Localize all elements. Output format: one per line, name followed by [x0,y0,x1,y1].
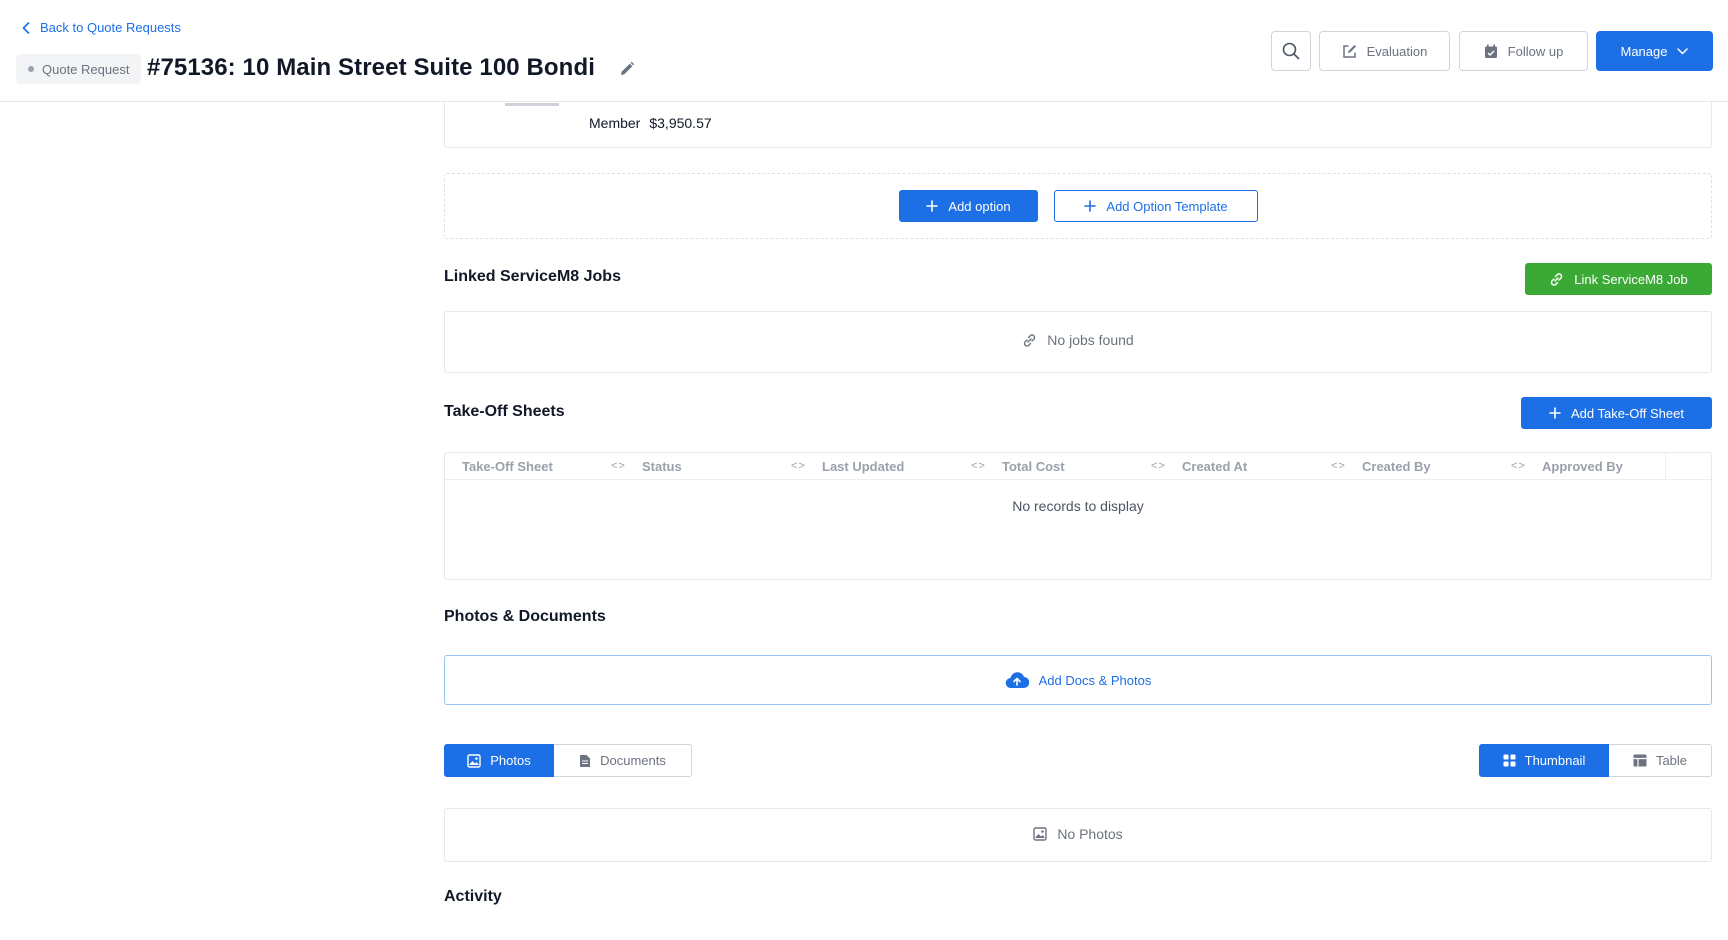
column-header-created-at: Created At [1182,459,1248,474]
view-table-label: Table [1655,753,1688,768]
manage-label: Manage [1620,43,1668,59]
photos-documents-title: Photos & Documents [444,608,606,625]
add-docs-photos-dropzone[interactable]: Add Docs & Photos [444,655,1712,705]
no-photos-text: No Photos [1057,826,1123,842]
add-docs-photos-label: Add Docs & Photos [1038,672,1152,688]
sort-icon[interactable]: <> [1331,460,1346,472]
add-option-template-button[interactable]: Add Option Template [1054,190,1258,222]
link-servicem8-job-label: Link ServiceM8 Job [1574,271,1688,287]
upload-cloud-icon [1005,671,1029,689]
sort-icon[interactable]: <> [791,460,806,472]
tab-documents-label: Documents [600,753,666,768]
document-icon [579,754,591,768]
sort-icon[interactable]: <> [1151,460,1166,472]
status-badge-label: Quote Request [42,61,130,77]
add-option-template-label: Add Option Template [1106,198,1228,214]
table-header-row: Take-Off Sheet <> Status <> Last Updated… [445,453,1711,480]
no-jobs-message: No jobs found [445,332,1711,348]
column-header-created-by: Created By [1362,459,1431,474]
follow-up-label: Follow up [1507,43,1564,59]
evaluation-button[interactable]: Evaluation [1319,31,1450,71]
add-takeoff-sheet-label: Add Take-Off Sheet [1571,405,1684,421]
sort-icon[interactable]: <> [971,460,986,472]
table-actions-column [1665,453,1711,480]
option-image-placeholder [505,103,559,106]
edit-square-icon [1342,44,1357,59]
takeoff-sheets-title: Take-Off Sheets [444,403,565,420]
view-thumbnail-button[interactable]: Thumbnail [1479,744,1609,777]
page-header: Back to Quote Requests Quote Request #75… [0,0,1728,102]
status-badge: Quote Request [16,54,142,84]
linked-jobs-panel: No jobs found [444,311,1712,373]
view-mode-toggle: Thumbnail Table [1479,744,1712,777]
column-header-takeoff-sheet: Take-Off Sheet [462,459,553,474]
link-icon [1549,272,1564,287]
add-options-panel: Add option Add Option Template [444,173,1712,239]
plus-icon [1549,407,1561,419]
sort-icon[interactable]: <> [611,460,626,472]
link-servicem8-job-button[interactable]: Link ServiceM8 Job [1525,263,1712,295]
add-option-label: Add option [948,198,1011,214]
follow-up-button[interactable]: Follow up [1459,31,1588,71]
media-type-tabs: Photos Documents [444,744,692,777]
column-header-last-updated: Last Updated [822,459,905,474]
photos-panel: No Photos [444,808,1712,862]
manage-dropdown-button[interactable]: Manage [1596,31,1713,71]
no-jobs-text: No jobs found [1047,332,1134,348]
no-photos-message: No Photos [445,826,1711,842]
member-price-row: Member $3,950.57 [589,115,712,131]
view-thumbnail-label: Thumbnail [1524,753,1586,768]
column-header-status: Status [642,459,682,474]
evaluation-label: Evaluation [1366,43,1428,59]
add-option-button[interactable]: Add option [899,190,1038,222]
pencil-icon[interactable] [619,61,635,77]
calendar-check-icon [1484,44,1498,59]
activity-title: Activity [444,888,502,905]
sort-icon[interactable]: <> [1511,460,1526,472]
chevron-down-icon [1677,47,1689,55]
member-price-label: Member [589,115,641,131]
view-table-button[interactable]: Table [1609,744,1712,777]
member-price-value: $3,950.57 [649,115,712,131]
tab-documents[interactable]: Documents [554,744,692,777]
status-dot [28,66,34,72]
column-header-approved-by: Approved By [1542,459,1623,474]
search-button[interactable] [1271,31,1311,71]
tab-photos-label: Photos [490,753,531,768]
column-header-total-cost: Total Cost [1002,459,1065,474]
back-to-quote-requests-link[interactable]: Back to Quote Requests [22,20,181,35]
back-link-label: Back to Quote Requests [40,20,181,35]
chevron-left-icon [22,21,30,34]
table-icon [1633,754,1647,767]
image-icon [1033,827,1048,841]
image-icon [467,753,481,768]
plus-icon [1084,200,1097,212]
page-title: #75136: 10 Main Street Suite 100 Bondi [147,54,595,81]
tab-photos[interactable]: Photos [444,744,554,777]
no-records-message: No records to display [1012,498,1144,514]
grid-icon [1503,754,1516,767]
linked-jobs-title: Linked ServiceM8 Jobs [444,268,621,285]
add-takeoff-sheet-button[interactable]: Add Take-Off Sheet [1521,397,1712,429]
link-icon [1022,333,1037,348]
search-icon [1282,42,1300,60]
plus-icon [926,200,939,212]
takeoff-sheets-table: Take-Off Sheet <> Status <> Last Updated… [444,452,1712,580]
